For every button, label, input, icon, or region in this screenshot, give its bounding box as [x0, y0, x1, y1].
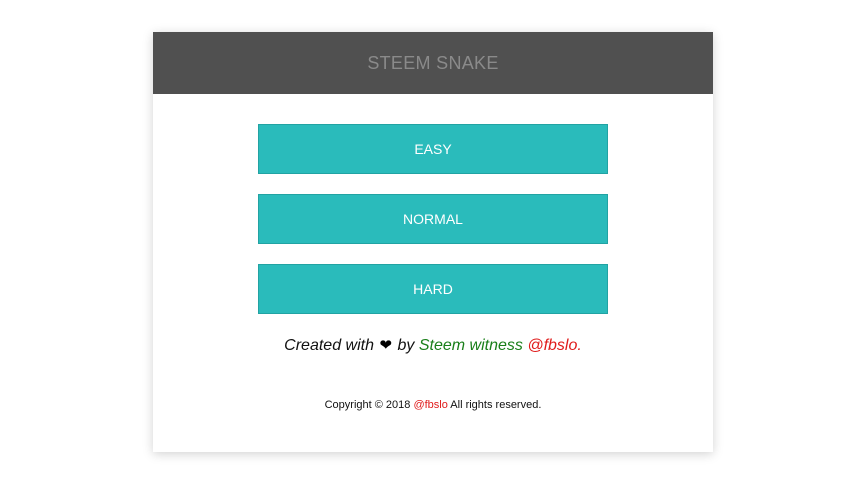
author-link[interactable]: @fbslo.: [527, 337, 581, 354]
game-title: STEEM SNAKE: [367, 52, 499, 73]
credit-by: by: [397, 337, 415, 354]
copyright-footer: Copyright © 2018 @fbslo All rights reser…: [153, 399, 713, 411]
footer-author-link[interactable]: @fbslo: [413, 399, 447, 411]
witness-link[interactable]: Steem witness: [419, 337, 523, 354]
copyright-suffix: All rights reserved.: [450, 399, 542, 411]
hard-button[interactable]: HARD: [258, 264, 608, 314]
credit-prefix: Created with: [284, 337, 374, 354]
credit-line: Created with ❤ by Steem witness @fbslo.: [153, 336, 713, 355]
easy-button[interactable]: EASY: [258, 124, 608, 174]
header-bar: STEEM SNAKE: [153, 32, 713, 94]
normal-button[interactable]: NORMAL: [258, 194, 608, 244]
copyright-prefix: Copyright © 2018: [324, 399, 411, 411]
heart-icon: ❤: [379, 337, 393, 354]
difficulty-menu: EASY NORMAL HARD: [258, 124, 608, 334]
game-menu-card: STEEM SNAKE EASY NORMAL HARD Created wit…: [153, 32, 713, 452]
